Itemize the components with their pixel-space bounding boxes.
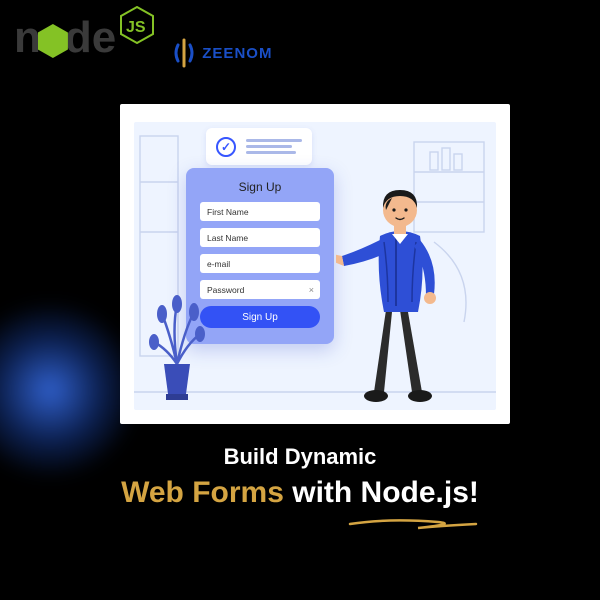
caption-line-1: Build Dynamic — [0, 444, 600, 470]
caption-gold-text: Web Forms — [121, 476, 284, 509]
form-title: Sign Up — [200, 180, 320, 194]
illustration-card: ✓ Sign Up First Name Last Name e-mail Pa… — [120, 104, 510, 424]
nodejs-logo: n d e JS — [14, 13, 154, 63]
zeenom-mark-icon — [172, 38, 196, 68]
underline-swirl-icon — [348, 516, 478, 534]
last-name-field[interactable]: Last Name — [200, 228, 320, 247]
caption-block: Build Dynamic Web Forms with Node.js! — [0, 444, 600, 510]
illustration-scene: ✓ Sign Up First Name Last Name e-mail Pa… — [134, 122, 496, 410]
svg-text:JS: JS — [126, 19, 146, 36]
verified-badge: ✓ — [206, 128, 312, 165]
header-logos: n d e JS ZEENOM — [14, 8, 272, 68]
zeenom-text: ZEENOM — [202, 45, 272, 62]
person-illustration — [336, 172, 466, 406]
nodejs-shield-icon: JS — [120, 6, 154, 44]
node-hexagon-icon — [38, 24, 68, 58]
node-letter-d: d — [65, 13, 92, 63]
badge-lines-decoration — [246, 136, 302, 157]
plant-decoration-icon — [142, 294, 212, 404]
signup-button[interactable]: Sign Up — [200, 306, 320, 328]
node-letter-n: n — [14, 13, 41, 63]
checkmark-icon: ✓ — [216, 137, 236, 157]
caption-line-2: Web Forms with Node.js! — [0, 476, 600, 510]
node-letter-e: e — [92, 13, 116, 63]
first-name-field[interactable]: First Name — [200, 202, 320, 221]
email-field[interactable]: e-mail — [200, 254, 320, 273]
zeenom-logo: ZEENOM — [172, 38, 272, 68]
caption-white-text: with Node.js! — [284, 476, 479, 509]
password-field[interactable]: Password — [200, 280, 320, 299]
